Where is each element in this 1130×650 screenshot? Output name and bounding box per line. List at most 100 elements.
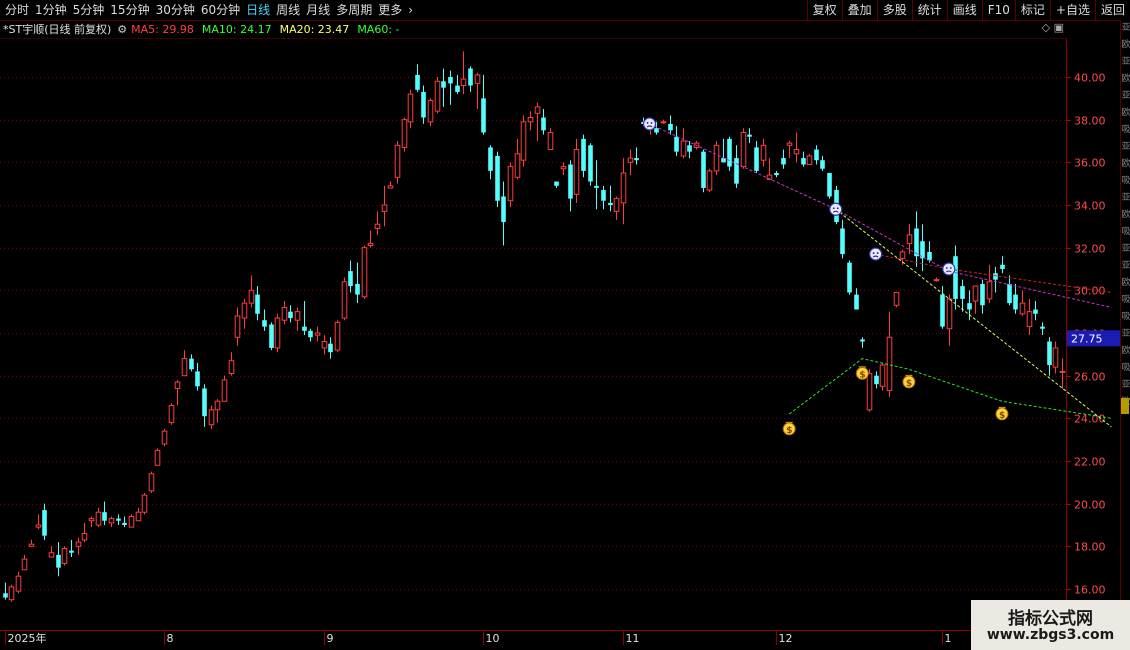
candle-down [860,339,865,342]
candle-up [141,494,148,513]
candle-down [56,554,61,568]
side-tab-char[interactable]: 吸 [1121,360,1130,377]
candle-up [148,473,155,492]
side-tab-char[interactable]: 吸 [1121,309,1130,326]
date-tick-label: 12 [779,632,793,645]
candle-up [946,298,953,330]
side-tab-char[interactable]: 欧 [1121,275,1130,292]
kline-chart[interactable]: 16.0018.0020.0022.0024.0026.0028.0030.00… [0,0,1130,650]
candle-up [168,405,175,424]
side-tab-char[interactable]: 欧 [1121,207,1130,224]
candle-down [840,228,845,255]
side-tab-char[interactable]: 亚 [1121,54,1130,71]
sell-signal-face-icon [942,262,956,276]
price-tick-label: 16.00 [1074,584,1106,597]
candle-down [495,155,500,201]
candle-down [820,160,825,169]
side-tab-char[interactable]: 亚 [1121,258,1130,275]
candle-up [15,575,22,592]
side-tab-char[interactable]: 亚 [1121,377,1130,394]
candle-down [594,185,599,188]
side-tab-char[interactable]: 吸 [1121,173,1130,190]
candle-up [208,409,215,426]
side-tab-char[interactable]: 欧 [1121,343,1130,360]
watermark-url: www.zbgs3.com [986,627,1115,643]
candle-down [927,251,932,261]
candle-down [993,273,998,280]
candle-up [933,279,940,282]
candle-up [8,586,15,601]
side-tab-char[interactable]: 亚 [1121,139,1130,156]
candle-up [740,131,747,168]
candle-up [135,511,142,522]
candle-up [474,74,481,84]
candle-down [541,117,546,131]
side-tab-char[interactable]: 欧 [1121,105,1130,122]
candle-down [601,190,606,201]
candle-down [727,138,732,167]
candle-up [507,166,514,202]
side-tab-char[interactable]: 吸 [1121,224,1130,241]
candle-up [61,547,68,564]
side-tab-char[interactable]: 亚 [1121,326,1130,343]
side-tab-char[interactable]: 亚 [1121,241,1130,258]
candle-down [1040,326,1045,329]
candle-down [308,330,313,338]
candle-up [28,543,35,547]
candle-up [627,157,634,163]
candle-down [854,294,859,310]
side-panel-tabs[interactable]: 亚欧亚欧亚欧吸亚欧吸亚欧吸亚亚欧吸吸亚欧吸亚欧 [1120,20,1130,650]
candle-up [986,281,993,300]
sell-signal-face-icon [642,117,657,131]
price-tick-label: 32.00 [1074,243,1106,256]
candle-up [108,518,115,524]
sell-signal-face-eye [646,122,649,124]
sell-signal-face-eye [949,267,952,269]
date-tick-label: 9 [327,632,334,645]
candle-down [441,81,446,88]
price-tick-label: 22.00 [1074,456,1106,469]
side-tab-char[interactable]: 亚 [1121,190,1130,207]
side-tab-char[interactable]: 欧 [1121,37,1130,54]
price-tick-label: 18.00 [1074,541,1106,554]
candle-up [899,251,906,259]
candle-down [415,74,420,90]
candle-up [680,140,687,157]
candle-down [455,85,460,92]
candle-down [1047,341,1052,365]
side-tab-char[interactable]: 亚 [1121,88,1130,105]
candle-down [348,271,353,287]
side-tab-char[interactable]: 欧 [1121,156,1130,173]
candle-up [527,117,534,123]
candle-down [421,91,426,118]
support-breakdown-line [835,208,1112,428]
candle-up [321,341,328,349]
side-tab-char[interactable]: 亚 [1121,20,1130,37]
candle-down [122,522,127,525]
candle-down [1013,294,1018,310]
side-tab-char[interactable]: 吸 [1121,292,1130,309]
candle-up [460,78,467,87]
candle-up [35,524,42,528]
candle-up [706,170,713,191]
watermark-title: 指标公式网 [1008,609,1093,629]
candle-down [781,158,786,165]
candle-down [774,173,779,176]
side-tab-char[interactable]: 吸 [1121,122,1130,139]
price-tick-label: 20.00 [1074,499,1106,512]
candle-down [701,151,706,188]
candle-down [827,173,832,197]
candle-down [269,324,274,348]
candle-down [980,283,985,306]
candle-down [874,375,879,385]
candle-up [248,289,255,304]
candle-up [793,149,800,155]
candle-down [668,123,673,131]
candle-up [241,302,248,319]
sell-signal-face-eye [872,252,875,254]
side-tab-char[interactable]: 欧 [1121,71,1130,88]
candle-down [501,196,506,223]
side-tab-active-marker[interactable] [1121,398,1129,414]
candle-up [374,223,381,229]
candle-down [734,158,739,184]
